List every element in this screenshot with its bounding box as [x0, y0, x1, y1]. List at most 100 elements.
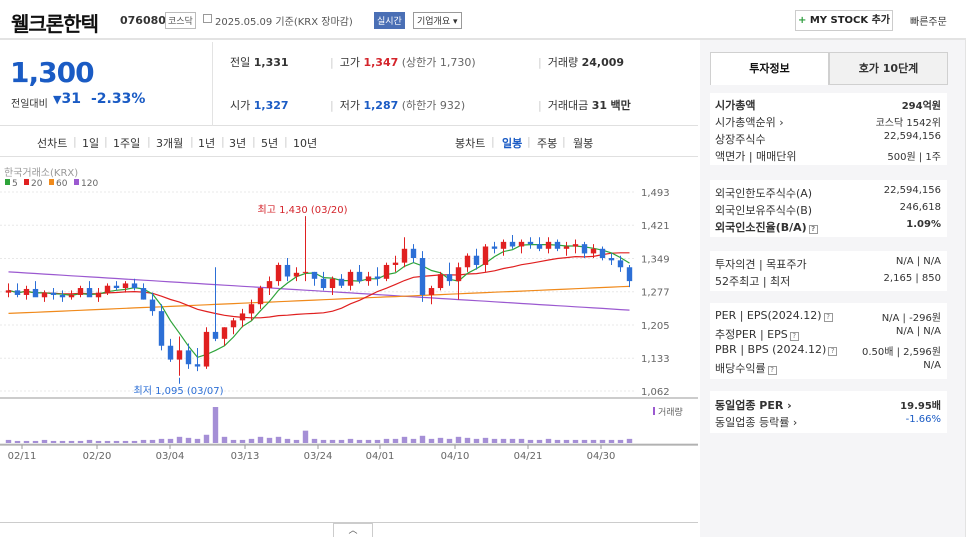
volume-bar	[212, 407, 219, 443]
volume-bar	[347, 438, 354, 443]
info-row: 투자의견 | 목표주가 N/A | N/A	[710, 254, 947, 271]
candle-body	[428, 288, 435, 295]
candle-body	[572, 244, 579, 247]
period-weekly[interactable]: 주봉	[537, 135, 557, 151]
period-1y[interactable]: 1년	[198, 135, 215, 151]
candle-body	[617, 260, 624, 268]
candle-body	[455, 267, 462, 282]
realtime-button[interactable]: 실시간	[374, 12, 405, 29]
info-value: 246,618	[899, 202, 941, 213]
period-3m[interactable]: 3개월	[156, 135, 183, 151]
volume-bar	[113, 440, 120, 443]
info-row: 외국인한도주식수(A) 22,594,156	[710, 183, 947, 200]
candle-body	[239, 313, 246, 321]
volume-bar	[320, 439, 327, 443]
open-price: 시가 1,327	[230, 97, 289, 113]
candle-body	[419, 258, 426, 295]
period-1w[interactable]: 1주일	[113, 135, 140, 151]
help-icon[interactable]: ?	[789, 332, 799, 341]
candle-body	[464, 255, 471, 268]
diff-value: ▼31	[53, 91, 81, 107]
volume-bar	[122, 440, 129, 443]
period-monthly[interactable]: 월봉	[573, 135, 593, 151]
open-label: 시가	[230, 99, 251, 112]
candle-body	[626, 267, 633, 282]
volume-value: 24,009	[581, 56, 625, 69]
plus-icon: +	[797, 15, 810, 26]
corp-info-dropdown[interactable]: 기업개요 ▾	[413, 12, 462, 29]
low-price: | 저가 1,287 (하한가 932)	[330, 99, 466, 112]
volume-bar	[230, 439, 237, 443]
info-value: 294억원	[901, 101, 941, 112]
info-group-foreign: 외국인한도주식수(A) 22,594,156 외국인보유주식수(B) 246,618 외…	[710, 180, 947, 237]
help-icon[interactable]: ?	[767, 366, 777, 375]
volume-bar	[95, 440, 102, 443]
info-row: 상장주식수 22,594,156	[710, 129, 947, 146]
legend-label: 60	[56, 179, 68, 189]
candle-body	[275, 264, 282, 282]
volume-bar	[491, 438, 498, 443]
period-5y[interactable]: 5년	[261, 135, 278, 151]
candle-body	[527, 241, 534, 245]
info-row: 시가총액 294억원	[710, 95, 947, 112]
y-tick-label: 1,205	[641, 321, 670, 332]
volume-bar	[617, 439, 624, 443]
exchange-label: 한국거래소(KRX)	[4, 167, 78, 179]
volume-bar	[374, 439, 381, 443]
info-key: 상장주식수	[715, 133, 766, 146]
candle-body	[401, 248, 408, 263]
candle-body	[293, 272, 300, 277]
prev-close: 전일 1,331	[230, 54, 289, 70]
candle-body	[311, 271, 318, 279]
volume-bar	[437, 437, 444, 443]
info-key: 외국인보유주식수(B)	[715, 204, 813, 217]
volume-bar	[626, 438, 633, 443]
candle-body	[536, 244, 543, 249]
volume-bar	[482, 437, 489, 443]
period-daily[interactable]: 일봉	[502, 135, 522, 151]
add-mystock-button[interactable]: + MY STOCK 추가	[795, 10, 893, 31]
help-icon[interactable]: ?	[828, 347, 838, 356]
quick-order-link[interactable]: 빠른주문	[910, 13, 947, 28]
candle-body	[77, 288, 84, 295]
volume-bar	[500, 438, 507, 443]
expand-chart-handle[interactable]: ︿	[333, 523, 373, 537]
info-row: 배당수익률? N/A	[710, 358, 947, 375]
volume-bar	[473, 438, 480, 443]
candle-body	[131, 283, 138, 289]
period-10y[interactable]: 10년	[293, 135, 317, 151]
volume-bar	[266, 437, 273, 443]
volume-bar	[356, 439, 363, 443]
info-row: 52주최고 | 최저 2,165 | 850	[710, 271, 947, 288]
candle-body	[32, 288, 39, 298]
stock-chart[interactable]: 한국거래소(KRX) 5 20 60 120 1,493 1,421 1,349 1,277 1,…	[0, 162, 698, 522]
help-icon[interactable]: ?	[823, 313, 833, 322]
tab-investment-info[interactable]: 투자정보	[710, 52, 829, 85]
volume-bar	[104, 440, 111, 443]
tab-order-book[interactable]: 호가 10단계	[829, 52, 948, 85]
stock-header: 웰크론한텍 076080 코스닥 2025.05.09 기준(KRX 장마감) …	[0, 0, 966, 40]
price-summary: 1,300 전일대비 ▼31 -2.33% 전일 1,331 | 고가 1,347…	[0, 42, 698, 126]
candle-body	[41, 292, 48, 298]
period-3y[interactable]: 3년	[229, 135, 246, 151]
amount-unit: 백만	[610, 99, 631, 112]
candle-body	[50, 292, 57, 295]
info-row: PER | EPS(2024.12)? N/A | -296원	[710, 307, 947, 324]
upper-limit: (상한가 1,730)	[401, 56, 476, 69]
volume-bar	[527, 439, 534, 443]
info-key: 동일업종 PER ›	[715, 399, 792, 412]
candle-body	[257, 288, 264, 305]
volume-bar	[545, 438, 552, 443]
candle-body	[158, 311, 165, 346]
info-key: 배당수익률?	[715, 360, 777, 376]
candle-body	[14, 290, 21, 295]
volume-bar	[5, 439, 12, 443]
period-1d[interactable]: 1일	[82, 135, 99, 151]
volume-legend-swatch	[653, 407, 655, 415]
open-value: 1,327	[253, 99, 289, 112]
help-icon[interactable]: ?	[808, 225, 818, 234]
candle-body	[437, 274, 444, 289]
info-value: 2,165 | 850	[883, 273, 941, 284]
high-price: | 고가 1,347 (상한가 1,730)	[330, 56, 476, 69]
volume-bar	[185, 437, 192, 443]
